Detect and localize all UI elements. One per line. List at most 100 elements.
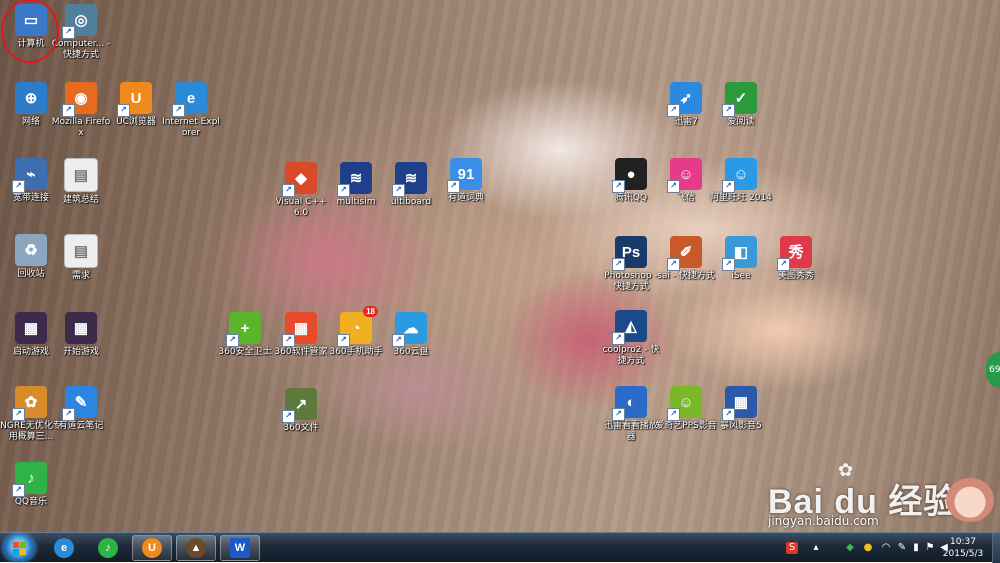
windows-logo-icon xyxy=(13,549,19,555)
desktop-icon-notes[interactable]: ▤ 建筑总结 xyxy=(50,158,112,206)
desktop-icon-isee[interactable]: ◧ ↗ iSee xyxy=(710,236,772,282)
desktop-icon-qq[interactable]: ● ↗ 腾讯QQ xyxy=(600,158,662,204)
notification-badge: 18 xyxy=(363,306,378,317)
desktop-icon-uc-browser[interactable]: U ↗ UC浏览器 xyxy=(105,82,167,128)
uc-browser-icon: U xyxy=(142,538,162,558)
desktop-icon-photoshop[interactable]: Ps ↗ Photoshop - 快捷方式 xyxy=(600,236,662,293)
desktop-icon-360-guard[interactable]: + ↗ 360安全卫士 xyxy=(214,312,276,358)
show-desktop-button[interactable] xyxy=(992,533,1000,563)
desktop-icon-baofeng[interactable]: ▦ ↗ 暴风影音5 xyxy=(710,386,772,432)
desktop-icon-label: 360文件 xyxy=(283,423,319,433)
shortcut-arrow-icon: ↗ xyxy=(722,180,735,193)
desktop-icon-label: QQ音乐 xyxy=(14,497,48,507)
red-circle-annotation xyxy=(1,0,59,63)
desktop-icon-label: 爱奇艺PPS影音 xyxy=(655,421,717,431)
shortcut-arrow-icon: ↗ xyxy=(282,410,295,423)
taskbar-app-uc-browser[interactable]: U xyxy=(132,535,172,561)
system-clock[interactable]: 10:37 2015/5/3 xyxy=(938,536,988,560)
youdao-dict-icon: 91 ↗ xyxy=(447,158,482,193)
desktop[interactable]: ▭ 计算机 ◎ ↗ Computer... - 快捷方式 ⊕ 网络 ◉ ↗ Mozilla Fir… xyxy=(0,0,1000,532)
shortcut-arrow-icon: ↗ xyxy=(612,332,625,345)
shortcut-arrow-icon: ↗ xyxy=(447,180,460,193)
flag-icon[interactable]: ⚑ xyxy=(924,542,936,554)
desktop-icon-360-lock[interactable]: ↗ ↗ 360文件 xyxy=(270,388,332,434)
shortcut-arrow-icon: ↗ xyxy=(722,104,735,117)
floating-ball-widget[interactable]: 69 xyxy=(986,352,1000,388)
desktop-icon-label: 迅雷7 xyxy=(674,117,698,127)
desktop-icon-computer-shortcut[interactable]: ◎ ↗ Computer... - 快捷方式 xyxy=(50,4,112,61)
desktop-icon-multisim[interactable]: ≋ ↗ multisim xyxy=(325,162,387,208)
desktop-icon-feixin[interactable]: ☺ ↗ 飞信 xyxy=(655,158,717,204)
desktop-icon-coolpro[interactable]: ◭ ↗ coolpro2 - 快捷方式 xyxy=(600,310,662,367)
shortcut-arrow-icon: ↗ xyxy=(667,180,680,193)
desktop-icon-label: 迅雷看看播放器 xyxy=(603,421,658,442)
chevron-up-icon[interactable]: ▴ xyxy=(810,542,822,554)
desktop-icon-open-game[interactable]: ▦ 开始游戏 xyxy=(50,312,112,358)
multisim-icon: ≋ ↗ xyxy=(337,162,372,197)
wifi-icon[interactable]: ◠ xyxy=(880,542,892,554)
desktop-icon-label: 建筑总结 xyxy=(62,195,99,205)
pen-icon[interactable]: ✎ xyxy=(896,542,908,554)
desktop-icon-label: Photoshop - 快捷方式 xyxy=(604,271,658,292)
feixin-icon: ☺ ↗ xyxy=(667,158,702,193)
ai-app-icon: ✓ ↗ xyxy=(722,82,757,117)
desktop-icon-360-software[interactable]: ▦ ↗ 360软件管家 xyxy=(270,312,332,358)
desktop-icon-youdao-dict[interactable]: 91 ↗ 有道词典 xyxy=(435,158,497,204)
desktop-icon-pps[interactable]: ☺ ↗ 爱奇艺PPS影音 xyxy=(655,386,717,432)
desktop-icon-xunlei[interactable]: ➶ ↗ 迅雷7 xyxy=(655,82,717,128)
desktop-icon-360-cloud[interactable]: ☁ ↗ 360云盘 xyxy=(380,312,442,358)
desktop-icon-label: 有道词典 xyxy=(447,193,484,203)
notes-icon: ▤ xyxy=(64,158,98,192)
shortcut-arrow-icon: ↗ xyxy=(667,258,680,271)
taskbar-app-qq-music[interactable]: ♪ xyxy=(88,535,128,561)
desktop-icon-label: 爱阅读 xyxy=(727,117,755,127)
desktop-icon-label: sai - 快捷方式 xyxy=(657,271,715,281)
qq-music-icon: ♪ xyxy=(98,538,118,558)
shortcut-arrow-icon: ↗ xyxy=(612,258,625,271)
desktop-icon-ie[interactable]: e ↗ Internet Explorer xyxy=(160,82,222,139)
recycle-bin-icon: ♻ xyxy=(15,234,47,266)
shield-icon[interactable]: ◆ xyxy=(844,542,856,554)
desktop-icon-label: 360软件管家 xyxy=(274,347,328,357)
shortcut-arrow-icon: ↗ xyxy=(12,180,25,193)
desktop-icon-ai-app[interactable]: ✓ ↗ 爱阅读 xyxy=(710,82,772,128)
start-button[interactable] xyxy=(3,534,35,562)
windows-logo-icon xyxy=(20,549,26,555)
battery-icon[interactable]: ▮ xyxy=(910,542,922,554)
shortcut-arrow-icon: ↗ xyxy=(392,184,405,197)
shortcut-arrow-icon: ↗ xyxy=(392,334,405,347)
coolpro-icon: ◭ ↗ xyxy=(612,310,647,345)
shortcut-arrow-icon: ↗ xyxy=(12,408,25,421)
desktop-icon-label: 暴风影音5 xyxy=(720,421,762,431)
input-method-icon[interactable]: S xyxy=(786,542,798,554)
desktop-icon-aliwangwang[interactable]: ☺ ↗ 阿里旺旺 2014 xyxy=(710,158,772,204)
desktop-icon-label: Internet Explorer xyxy=(162,117,220,138)
desktop-icon-label: 美图秀秀 xyxy=(777,271,814,281)
windows-logo-icon xyxy=(13,542,19,548)
desktop-icon-require[interactable]: ▤ 需求 xyxy=(50,234,112,282)
network-icon: ⊕ xyxy=(15,82,47,114)
ie-icon: e ↗ xyxy=(172,82,207,117)
shortcut-arrow-icon: ↗ xyxy=(612,408,625,421)
desktop-icon-label: 腾讯QQ xyxy=(614,193,648,203)
desktop-icon-360-mobile[interactable]: ◔ ↗ 18 360手机助手 xyxy=(325,306,387,358)
360-icon[interactable]: ● xyxy=(862,542,874,554)
desktop-icon-qq-music[interactable]: ♪ ↗ QQ音乐 xyxy=(0,462,62,508)
desktop-icon-youdao-note[interactable]: ✎ ↗ 有道云笔记 xyxy=(50,386,112,432)
floating-ball-label: 69 xyxy=(989,365,1000,375)
taskbar-app-wps[interactable]: W xyxy=(220,535,260,561)
pps-icon: ☺ ↗ xyxy=(667,386,702,421)
desktop-icon-sai[interactable]: ✐ ↗ sai - 快捷方式 xyxy=(655,236,717,282)
baidu-jingyan-watermark: ✿ Bai du 经验 jingyan.baidu.com xyxy=(768,460,1000,532)
ultiboard-icon: ≋ ↗ xyxy=(392,162,427,197)
taskbar-app-game[interactable]: ▲ xyxy=(176,535,216,561)
desktop-icon-meitu[interactable]: 秀 ↗ 美图秀秀 xyxy=(765,236,827,282)
desktop-icon-visual-cpp[interactable]: ◆ ↗ Visual C++ 6.0 xyxy=(270,162,332,219)
photoshop-icon: Ps ↗ xyxy=(612,236,647,271)
desktop-icon-firefox[interactable]: ◉ ↗ Mozilla Firefox xyxy=(50,82,112,139)
desktop-icon-ultiboard[interactable]: ≋ ↗ ultiboard xyxy=(380,162,442,208)
taskbar-app-ie[interactable]: e xyxy=(44,535,84,561)
game-icon: ▲ xyxy=(186,538,206,558)
shortcut-arrow-icon: ↗ xyxy=(337,334,350,347)
desktop-icon-xunlei-player[interactable]: ◐ ↗ 迅雷看看播放器 xyxy=(600,386,662,443)
